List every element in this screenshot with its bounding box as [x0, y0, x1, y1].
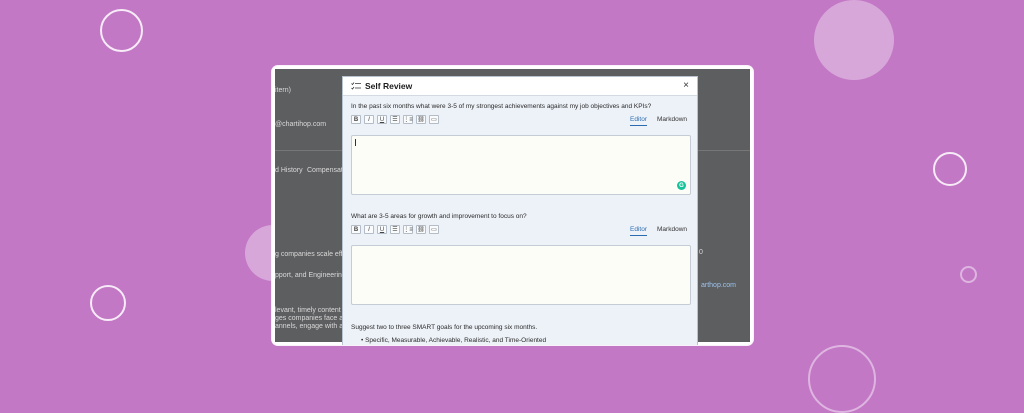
checklist-icon	[351, 81, 361, 90]
question-text: What are 3-5 areas for growth and improv…	[351, 213, 527, 220]
editor-toolbar: B I U ☰ ⋮≡ ⛓ ▭	[351, 225, 439, 234]
smart-goals-bullet: • Specific, Measurable, Achievable, Real…	[361, 337, 547, 344]
decorative-ring	[100, 9, 143, 52]
bg-tab[interactable]: Compensati	[307, 167, 344, 174]
tab-editor[interactable]: Editor	[630, 116, 648, 126]
modal-header: Self Review ×	[343, 77, 697, 96]
smart-goals-bullet-text: Specific, Measurable, Achievable, Realis…	[365, 337, 547, 344]
decorative-ring	[90, 285, 126, 321]
underline-button[interactable]: U	[377, 115, 387, 124]
image-icon[interactable]: ▭	[429, 225, 439, 234]
underline-button[interactable]: U	[377, 225, 387, 234]
bg-text: g companies scale eff	[275, 251, 343, 258]
close-icon[interactable]: ×	[683, 80, 689, 91]
smart-goals-prompt: Suggest two to three SMART goals for the…	[351, 324, 538, 331]
editor-tabs: Editor Markdown	[630, 226, 687, 236]
answer-editor[interactable]: G	[351, 135, 691, 195]
decorative-ring	[960, 266, 977, 283]
italic-button[interactable]: I	[364, 115, 374, 124]
bg-text: @chartihop.com	[275, 121, 327, 128]
bold-button[interactable]: B	[351, 225, 361, 234]
editor-toolbar: B I U ☰ ⋮≡ ⛓ ▭	[351, 115, 439, 124]
decorative-ring	[808, 345, 876, 413]
link-icon[interactable]: ⛓	[416, 115, 426, 124]
numbered-list-icon[interactable]: ⋮≡	[403, 115, 413, 124]
bg-text: ges companies face ac	[275, 315, 347, 322]
answer-editor[interactable]	[351, 245, 691, 305]
italic-button[interactable]: I	[364, 225, 374, 234]
image-icon[interactable]: ▭	[429, 115, 439, 124]
bulleted-list-icon[interactable]: ☰	[390, 225, 400, 234]
link-icon[interactable]: ⛓	[416, 225, 426, 234]
screenshot-frame: itern) @chartihop.com d History Compensa…	[272, 66, 753, 345]
bg-tab[interactable]: d History	[275, 167, 303, 174]
editor-tabs: Editor Markdown	[630, 116, 687, 126]
tab-markdown[interactable]: Markdown	[657, 116, 687, 126]
decorative-circle	[814, 0, 894, 80]
decorative-ring	[933, 152, 967, 186]
tab-markdown[interactable]: Markdown	[657, 226, 687, 236]
bg-text: annels, engage with ac	[275, 323, 347, 330]
self-review-modal: Self Review × In the past six months wha…	[342, 76, 698, 345]
bulleted-list-icon[interactable]: ☰	[390, 115, 400, 124]
bold-button[interactable]: B	[351, 115, 361, 124]
modal-title: Self Review	[365, 81, 413, 91]
text-caret	[355, 139, 356, 146]
bg-text: itern)	[275, 87, 291, 94]
bg-text: levant, timely content	[275, 307, 341, 314]
grammarly-icon[interactable]: G	[677, 181, 686, 190]
bg-text: pport, and Engineering	[275, 272, 346, 279]
numbered-list-icon[interactable]: ⋮≡	[403, 225, 413, 234]
question-text: In the past six months what were 3-5 of …	[351, 103, 652, 110]
tab-editor[interactable]: Editor	[630, 226, 648, 236]
bg-link[interactable]: arthop.com	[701, 282, 736, 289]
bg-text: 0	[699, 249, 703, 256]
